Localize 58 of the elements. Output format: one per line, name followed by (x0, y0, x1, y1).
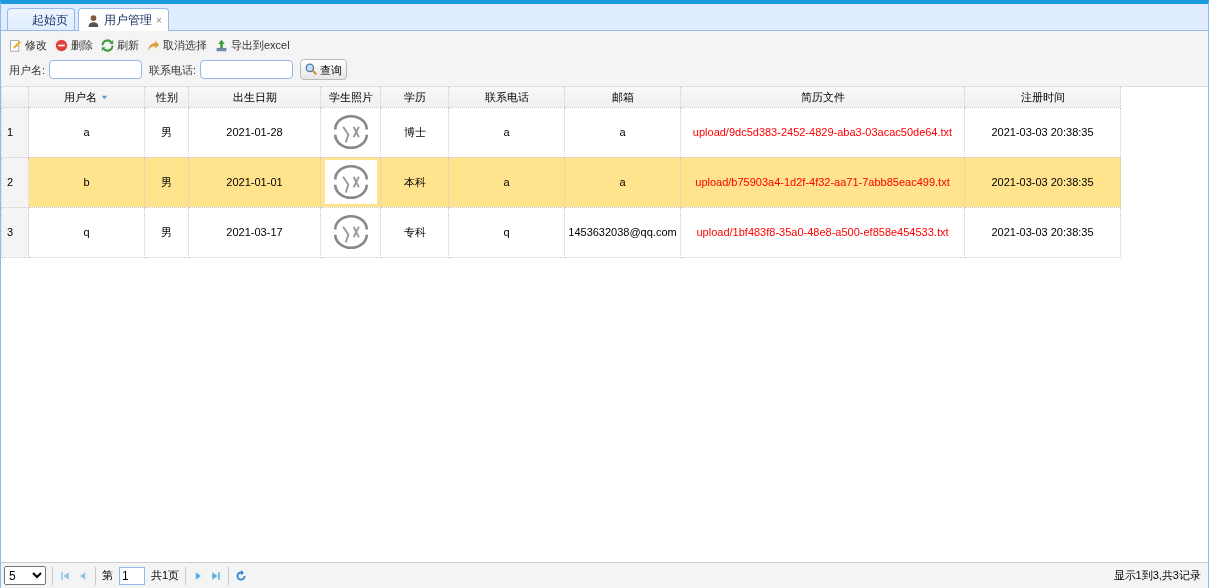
row-number: 2 (1, 157, 29, 208)
toolbar-button[interactable]: 取消选择 (147, 35, 207, 56)
table-cell: 2021-03-03 20:38:35 (964, 207, 1121, 258)
table-cell: a (448, 157, 565, 208)
column-header[interactable]: 注册时间 (964, 87, 1121, 108)
input-field[interactable] (49, 60, 143, 80)
search-icon (305, 63, 319, 77)
row-number: 3 (1, 207, 29, 258)
column-header[interactable]: 简历文件 (680, 87, 965, 108)
page-size-select[interactable]: 5 (4, 566, 46, 585)
tab-label: 用户管理 (104, 12, 152, 29)
page-label: 第 (102, 568, 113, 584)
refresh-icon (235, 569, 248, 582)
first-page-icon (59, 569, 71, 582)
tab[interactable]: 起始页 (7, 8, 75, 30)
table-cell: 2021-03-03 20:38:35 (964, 157, 1121, 208)
table-cell: 1453632038@qq.com (564, 207, 681, 258)
delete-icon (55, 38, 68, 52)
close-icon[interactable]: × (156, 12, 162, 28)
search-button[interactable]: 查询 (300, 59, 348, 81)
table-cell: q (448, 207, 565, 258)
table-cell: q (28, 207, 145, 258)
column-header[interactable]: 联系电话 (448, 87, 565, 108)
tab-label: 起始页 (32, 11, 68, 29)
upload-icon (215, 38, 228, 52)
table-cell: 2021-01-01 (188, 157, 321, 208)
table-cell: a (564, 157, 681, 208)
pencil-icon (9, 38, 22, 52)
row-number: 1 (1, 107, 29, 158)
column-header[interactable]: 邮箱 (564, 87, 681, 108)
tab[interactable]: 用户管理 × (78, 8, 169, 31)
table-cell: 2021-03-17 (188, 207, 321, 258)
curved-arrow-icon (147, 38, 160, 52)
refresh-icon (101, 38, 114, 52)
input-field[interactable] (200, 60, 294, 80)
person-icon (87, 13, 100, 27)
field-label: 联系电话: (149, 62, 197, 78)
column-header[interactable]: 性别 (144, 87, 189, 108)
table-cell: 专科 (380, 207, 449, 258)
column-header[interactable]: 学历 (380, 87, 449, 108)
table-cell: 本科 (380, 157, 449, 208)
page-input[interactable]: 1 (119, 566, 145, 585)
column-header[interactable]: 学生照片 (320, 87, 381, 108)
page-info: 显示1到3,共3记录 (1113, 568, 1201, 584)
toolbar-button[interactable]: 刷新 (101, 35, 139, 56)
last-page-icon (210, 569, 223, 582)
toolbar-button[interactable]: 删除 (55, 35, 93, 56)
table-cell: 男 (144, 207, 189, 258)
column-header[interactable]: 用户名 (28, 87, 145, 108)
table-cell: 男 (144, 157, 189, 208)
toolbar-button[interactable]: 修改 (9, 35, 47, 56)
field-label: 用户名: (9, 62, 46, 78)
header-cell (1, 87, 29, 108)
table-cell: b (28, 157, 145, 208)
file-link[interactable]: upload/1bf483f8-35a0-48e8-a500-ef858e454533.txt (680, 207, 965, 258)
page-count: 共1页 (151, 568, 180, 584)
toolbar-button[interactable]: 导出到excel (215, 35, 290, 56)
column-header[interactable]: 出生日期 (188, 87, 321, 108)
